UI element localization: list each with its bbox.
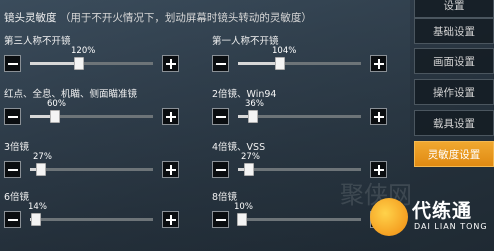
slider-track[interactable] [238, 57, 361, 70]
decrease-button[interactable] [4, 211, 21, 228]
setting-label: 3倍镜 [4, 142, 30, 153]
brand-name: 代练通 [412, 200, 473, 222]
minus-icon [7, 115, 18, 118]
decrease-button[interactable] [4, 161, 21, 178]
setting-label: 第一人称不开镜 [212, 36, 279, 47]
section-hint: （用于不开火情况下，划动屏幕时镜头转动的灵敏度） [59, 12, 312, 24]
setting-2x-scope: 2倍镜、Win94 36% [212, 86, 387, 131]
setting-red-dot: 红点、全息、机瞄、侧面瞄准镜 60% [4, 86, 179, 131]
minus-icon [7, 62, 18, 65]
slider-thumb[interactable] [248, 110, 258, 123]
brand-watermark: 代练通 DAI LIAN TONG [370, 188, 494, 251]
increase-button[interactable] [162, 211, 179, 228]
decrease-button[interactable] [4, 55, 21, 72]
setting-label: 6倍镜 [4, 192, 30, 203]
decrease-button[interactable] [212, 55, 229, 72]
minus-icon [7, 168, 18, 171]
sidebar-item-vehicle[interactable]: 载具设置 [414, 110, 494, 136]
slider-track[interactable] [30, 163, 153, 176]
sidebar-item-basic[interactable]: 基础设置 [414, 18, 494, 44]
slider-thumb[interactable] [237, 213, 247, 226]
setting-value: 27% [241, 152, 260, 162]
slider-thumb[interactable] [244, 163, 254, 176]
setting-label: 第三人称不开镜 [4, 36, 71, 47]
setting-label: 2倍镜、Win94 [212, 89, 277, 100]
setting-value: 10% [234, 202, 253, 212]
increase-button[interactable] [162, 108, 179, 125]
setting-label: 8倍镜 [212, 192, 238, 203]
section-title-text: 镜头灵敏度 [4, 12, 57, 24]
sidebar-item-controls[interactable]: 操作设置 [414, 79, 494, 105]
slider-track[interactable] [30, 110, 153, 123]
setting-value: 60% [47, 99, 66, 109]
increase-button[interactable] [370, 55, 387, 72]
setting-3x-scope: 3倍镜 27% [4, 139, 179, 184]
minus-icon [215, 218, 226, 221]
decrease-button[interactable] [4, 108, 21, 125]
setting-value: 120% [71, 46, 96, 56]
setting-6x-scope: 6倍镜 14% [4, 189, 179, 234]
setting-fpp-no-scope: 第一人称不开镜 104% [212, 33, 387, 78]
minus-icon [215, 62, 226, 65]
setting-value: 27% [33, 152, 52, 162]
increase-button[interactable] [162, 161, 179, 178]
section-title: 镜头灵敏度 （用于不开火情况下，划动屏幕时镜头转动的灵敏度） [4, 10, 312, 25]
slider-thumb[interactable] [36, 163, 46, 176]
decrease-button[interactable] [212, 211, 229, 228]
slider-track[interactable] [30, 57, 153, 70]
slider-thumb[interactable] [275, 57, 285, 70]
setting-value: 36% [245, 99, 264, 109]
increase-button[interactable] [162, 55, 179, 72]
increase-button[interactable] [370, 108, 387, 125]
sidebar-item-graphics[interactable]: 画面设置 [414, 48, 494, 74]
slider-thumb[interactable] [31, 213, 41, 226]
minus-icon [7, 218, 18, 221]
decrease-button[interactable] [212, 108, 229, 125]
setting-tpp-no-scope: 第三人称不开镜 120% [4, 33, 179, 78]
slider-fill [30, 62, 79, 65]
setting-value: 104% [272, 46, 297, 56]
sidebar-item-settings[interactable]: 设置 [414, 0, 494, 18]
slider-track[interactable] [237, 213, 361, 226]
sensitivity-panel: 镜头灵敏度 （用于不开火情况下，划动屏幕时镜头转动的灵敏度） 第三人称不开镜 1… [0, 0, 410, 251]
minus-icon [215, 168, 226, 171]
decrease-button[interactable] [212, 161, 229, 178]
slider-track[interactable] [238, 110, 361, 123]
brand-name-en: DAI LIAN TONG [414, 222, 488, 231]
slider-thumb[interactable] [50, 110, 60, 123]
slider-track[interactable] [238, 163, 361, 176]
slider-fill [238, 62, 280, 65]
sidebar-item-sensitivity[interactable]: 灵敏度设置 [414, 141, 494, 167]
setting-value: 14% [28, 202, 47, 212]
setting-label: 4倍镜、VSS [212, 142, 266, 153]
setting-label: 红点、全息、机瞄、侧面瞄准镜 [4, 89, 138, 100]
brand-logo-icon [370, 198, 408, 236]
slider-track[interactable] [30, 213, 153, 226]
minus-icon [215, 115, 226, 118]
slider-thumb[interactable] [74, 57, 84, 70]
